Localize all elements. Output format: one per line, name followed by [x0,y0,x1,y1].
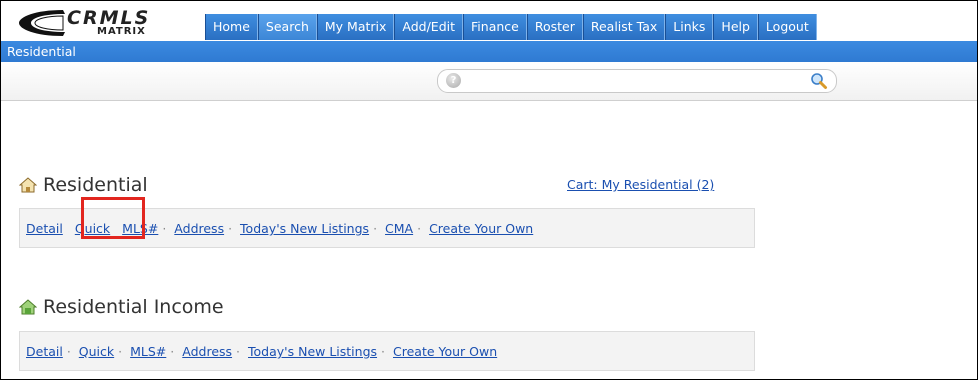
separator: · [417,221,422,236]
link-detail[interactable]: Detail [26,221,63,236]
tab-realist-tax[interactable]: Realist Tax [582,14,666,40]
tab-help[interactable]: Help [713,14,758,40]
link-detail[interactable]: Detail [26,344,63,359]
search-input[interactable] [468,72,802,90]
app-window: CRMLS MATRIX Home Search My Matrix Add/E… [0,0,978,380]
help-icon[interactable]: ? [446,73,461,88]
link-mls[interactable]: MLS# [130,344,166,359]
tab-links[interactable]: Links [665,14,714,40]
separator: · [381,344,386,359]
separator [67,221,71,236]
search-field-container: ? [437,69,837,93]
logo-brand-text: CRMLS [67,7,151,29]
link-create-your-own[interactable]: Create Your Own [393,344,497,359]
link-quick[interactable]: Quick [79,344,114,359]
link-cma[interactable]: CMA [385,221,413,236]
residential-title: Residential [19,173,148,197]
residential-title-text: Residential [43,174,148,196]
separator: · [118,344,123,359]
tab-search[interactable]: Search [257,14,317,40]
search-bar: ? [1,62,977,101]
income-search-links: Detail · Quick · MLS# · Address · Today's Ne… [19,331,755,371]
separator: · [228,221,233,236]
breadcrumb-bar: Residential [1,41,977,62]
breadcrumb: Residential [7,44,76,59]
quick-link-highlight-box [81,197,145,239]
tab-roster[interactable]: Roster [526,14,583,40]
house-money-icon [19,299,37,315]
separator: · [170,344,175,359]
tab-finance[interactable]: Finance [463,14,527,40]
link-create-your-own[interactable]: Create Your Own [429,221,533,236]
cart-link[interactable]: Cart: My Residential (2) [567,177,714,192]
link-todays-new-listings[interactable]: Today's New Listings [240,221,369,236]
header: CRMLS MATRIX Home Search My Matrix Add/E… [1,1,977,41]
tab-my-matrix[interactable]: My Matrix [316,14,395,40]
income-title: Residential Income [19,295,224,319]
separator: · [66,344,71,359]
tab-home[interactable]: Home [205,14,258,40]
link-todays-new-listings[interactable]: Today's New Listings [248,344,377,359]
link-address[interactable]: Address [174,221,224,236]
crmls-logo[interactable]: CRMLS MATRIX [15,7,193,39]
separator: · [373,221,378,236]
separator: · [236,344,241,359]
separator: · [162,221,167,236]
income-title-text: Residential Income [43,296,224,318]
magnifier-icon[interactable] [810,72,828,90]
logo-sub-text: MATRIX [97,26,146,37]
link-address[interactable]: Address [182,344,232,359]
tab-add-edit[interactable]: Add/Edit [394,14,464,40]
tab-logout[interactable]: Logout [757,14,817,40]
house-icon [19,177,37,193]
